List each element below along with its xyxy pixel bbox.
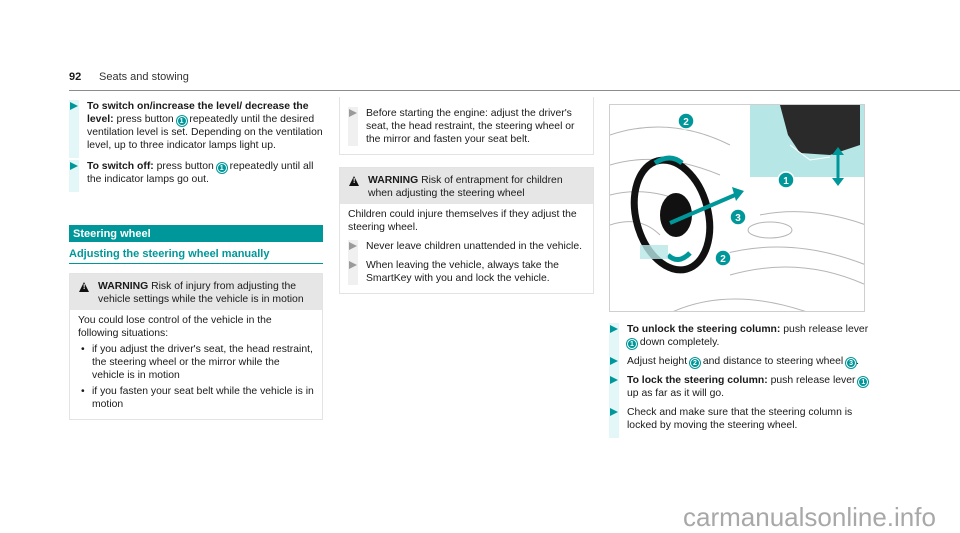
callout-number-icon: 1 bbox=[216, 163, 227, 173]
step-text: push release lever bbox=[780, 324, 869, 335]
instruction-step: To lock the steering column: push releas… bbox=[609, 374, 869, 406]
gear-shift bbox=[747, 221, 793, 239]
callout-number-icon: 1 bbox=[858, 377, 869, 387]
step-text: down completely. bbox=[637, 337, 720, 348]
arrow-down-icon bbox=[832, 178, 844, 186]
instruction-step: When leaving the vehicle, always take th… bbox=[348, 259, 585, 285]
step-text: and distance to steering wheel bbox=[699, 356, 847, 367]
instruction-step: Adjust height 2 and distance to steering… bbox=[609, 355, 869, 374]
dashboard-line bbox=[759, 211, 864, 225]
warning-bullet: if you fasten your seat belt while the v… bbox=[78, 385, 314, 411]
warning-header: WARNING Risk of injury from adjusting th… bbox=[70, 274, 322, 310]
step-text: Check and make sure that the steering co… bbox=[627, 407, 853, 431]
arrow-right-icon bbox=[610, 408, 618, 416]
instruction-step: To unlock the steering column: push rele… bbox=[609, 323, 869, 355]
warning-triangle-icon bbox=[349, 176, 359, 186]
warning-label: WARNING bbox=[368, 175, 419, 186]
step-label: To lock the steering column: bbox=[627, 375, 768, 386]
callout-number-icon: 1 bbox=[176, 116, 187, 126]
step-text: Adjust height bbox=[627, 356, 690, 367]
warning-box: WARNING Risk of entrapment for children … bbox=[339, 167, 594, 294]
callout-text: 2 bbox=[683, 117, 689, 128]
step-text: Before starting the engine: adjust the d… bbox=[366, 108, 575, 145]
illustration-svg: 2 1 3 2 bbox=[610, 105, 864, 311]
page-number: 92 bbox=[69, 71, 82, 83]
callout-text: 2 bbox=[720, 254, 726, 265]
console-line bbox=[719, 246, 864, 265]
callout-text: 3 bbox=[735, 213, 741, 224]
steering-wheel-section: Steering wheel Adjusting the steering wh… bbox=[69, 225, 323, 420]
step-text: push release lever bbox=[767, 375, 859, 386]
column-1: To switch on/increase the level/ decreas… bbox=[69, 100, 323, 192]
step-text: When leaving the vehicle, always take th… bbox=[366, 260, 559, 284]
warning-label: WARNING bbox=[98, 281, 149, 292]
warning-bullet: if you adjust the driver's seat, the hea… bbox=[78, 343, 314, 382]
step-text: . bbox=[856, 356, 859, 367]
warning-body: You could lose control of the vehicle in… bbox=[70, 310, 322, 419]
arrow-right-icon bbox=[610, 376, 618, 384]
instruction-step: To switch off: press button 1 repeatedly… bbox=[69, 160, 323, 192]
arrow-right-icon bbox=[349, 242, 357, 250]
instruction-step: Never leave children unattended in the v… bbox=[348, 240, 585, 259]
arrow-right-icon bbox=[349, 109, 357, 117]
watermark: carmanualsonline.info bbox=[683, 502, 936, 532]
callout-text: 1 bbox=[783, 176, 789, 187]
arrow-right-icon bbox=[610, 325, 618, 333]
subsection-title: Adjusting the steering wheel manually bbox=[69, 242, 323, 264]
step-text: press button bbox=[153, 161, 217, 172]
arrow-right-icon bbox=[70, 162, 78, 170]
console-line bbox=[729, 266, 864, 285]
step-label: To switch off: bbox=[87, 161, 154, 172]
step-text: press button bbox=[113, 114, 177, 125]
column-2: Before starting the engine: adjust the d… bbox=[339, 97, 594, 294]
warning-header: WARNING Risk of entrapment for children … bbox=[340, 168, 593, 204]
arrow-right-icon bbox=[70, 102, 78, 110]
callout-number-icon: 1 bbox=[627, 339, 637, 349]
column-3-steps: To unlock the steering column: push rele… bbox=[609, 323, 869, 438]
warning-intro: Children could injure themselves if they… bbox=[348, 209, 577, 233]
warning-continued: Before starting the engine: adjust the d… bbox=[339, 97, 594, 155]
instruction-step: Before starting the engine: adjust the d… bbox=[348, 107, 585, 146]
seat-line bbox=[673, 298, 806, 311]
callout-number-icon: 2 bbox=[689, 358, 700, 368]
arrow-right-icon bbox=[349, 261, 357, 269]
warning-intro: You could lose control of the vehicle in… bbox=[78, 315, 272, 339]
tilt-arrow-bottom bbox=[666, 251, 692, 262]
step-text: up as far as it will go. bbox=[627, 388, 725, 399]
section-name: Seats and stowing bbox=[99, 71, 189, 83]
callout-number-icon: 3 bbox=[846, 358, 857, 368]
warning-box: WARNING Risk of injury from adjusting th… bbox=[69, 273, 323, 420]
dashboard-line bbox=[610, 126, 731, 146]
arrow-right-icon bbox=[610, 357, 618, 365]
instruction-step: To switch on/increase the level/ decreas… bbox=[69, 100, 323, 158]
instruction-step: Check and make sure that the steering co… bbox=[609, 406, 869, 438]
section-title: Steering wheel bbox=[69, 225, 323, 242]
highlight-lever-area bbox=[640, 245, 668, 259]
step-text: Never leave children unattended in the v… bbox=[366, 241, 583, 252]
step-label: To unlock the steering column: bbox=[627, 324, 781, 335]
page-header: 92 Seats and stowing bbox=[69, 71, 960, 91]
steering-column-illustration: 2 1 3 2 bbox=[609, 104, 865, 312]
warning-body: Children could injure themselves if they… bbox=[340, 204, 593, 293]
warning-triangle-icon bbox=[79, 282, 89, 292]
